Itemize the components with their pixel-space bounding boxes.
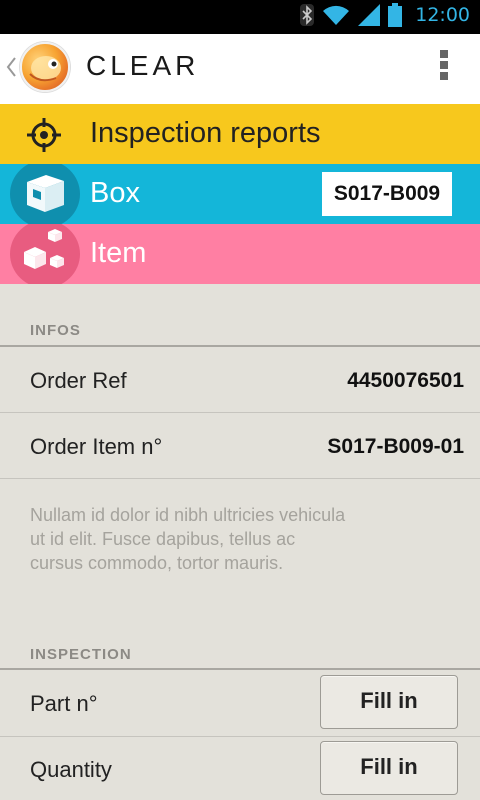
part-number-fill-button[interactable]: Fill in <box>320 675 458 729</box>
description-line: ut id elit. Fusce dapibus, tellus ac <box>30 529 296 549</box>
signal-icon <box>358 4 380 30</box>
action-bar: CLEAR <box>0 34 480 104</box>
wifi-icon <box>322 4 350 30</box>
order-ref-label: Order Ref <box>30 368 127 393</box>
breadcrumb-inspection-reports[interactable]: Inspection reports <box>0 104 480 164</box>
description-line: Nullam id dolor id nibh ultricies vehicu… <box>30 505 346 525</box>
description-text: Nullam id dolor id nibh ultricies vehicu… <box>30 503 400 575</box>
section-header-infos: INFOS <box>30 322 81 339</box>
section-divider <box>0 668 480 670</box>
app-logo-icon[interactable] <box>20 42 70 92</box>
part-number-label: Part n° <box>30 691 98 716</box>
breadcrumb-label: Inspection reports <box>90 117 321 149</box>
up-chevron-icon[interactable] <box>4 52 18 82</box>
order-item-value: S017-B009-01 <box>327 435 464 458</box>
box-icon <box>10 164 80 224</box>
app-title: CLEAR <box>86 50 200 81</box>
row-divider <box>0 736 480 737</box>
breadcrumb-box[interactable]: Box S017-B009 <box>0 164 480 224</box>
quantity-label: Quantity <box>30 757 112 782</box>
target-icon <box>27 118 61 152</box>
section-header-inspection: INSPECTION <box>30 646 132 663</box>
overflow-menu-icon[interactable] <box>438 50 450 84</box>
breadcrumb-label: Box <box>90 177 140 209</box>
status-time: 12:00 <box>415 4 470 26</box>
row-divider <box>0 412 480 413</box>
status-bar: 12:00 <box>0 0 480 34</box>
row-divider <box>0 478 480 479</box>
status-icons <box>300 3 402 31</box>
battery-icon <box>388 3 402 31</box>
breadcrumb-label: Item <box>90 237 147 269</box>
order-item-label: Order Item n° <box>30 434 163 459</box>
breadcrumb-item[interactable]: Item <box>0 224 480 284</box>
box-id-badge: S017-B009 <box>322 172 452 216</box>
quantity-fill-button[interactable]: Fill in <box>320 741 458 795</box>
description-line: cursus commodo, tortor mauris. <box>30 553 284 573</box>
items-icon <box>10 224 80 284</box>
order-ref-value: 4450076501 <box>347 369 464 392</box>
section-divider <box>0 345 480 347</box>
bluetooth-icon <box>300 4 314 30</box>
